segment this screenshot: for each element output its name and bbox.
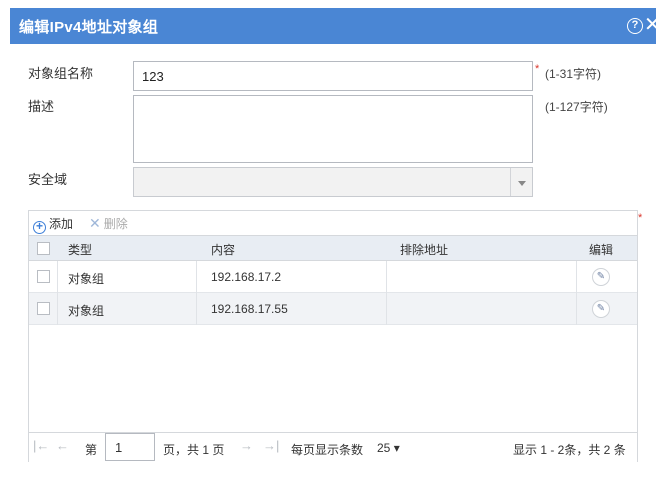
column-header-content[interactable]: 内容 [211,241,235,258]
next-page-icon[interactable]: → [240,438,253,453]
select-all-checkbox[interactable] [37,242,50,255]
chevron-down-icon[interactable] [510,168,532,196]
add-button-label: 添加 [49,217,74,231]
per-page-value: 25 [377,441,391,455]
table-row[interactable]: 对象组 192.168.17.55 ✎ [29,293,637,325]
name-input-value: 123 [142,69,164,84]
row-type: 对象组 [68,272,105,286]
description-label: 描述 [28,99,55,114]
pagination-summary: 显示 1 - 2条，共 2 条 [513,443,626,457]
column-divider [386,261,387,293]
edit-pencil-icon[interactable]: ✎ [592,268,610,286]
help-icon[interactable]: ? [627,18,643,34]
column-divider [57,293,58,325]
column-divider [196,293,197,325]
per-page-label: 每页显示条数 [291,443,364,457]
close-icon[interactable]: ✕ [644,13,656,37]
name-hint: (1-31字符) [545,67,602,81]
name-required-mark: * [535,63,540,75]
column-divider [576,261,577,293]
table-toolbar: + 添加 ✕ 删除 [29,211,637,235]
last-page-icon[interactable]: →| [263,438,279,453]
delete-button-label: 删除 [103,217,128,231]
column-divider [57,261,58,293]
column-header-type[interactable]: 类型 [68,241,92,258]
plus-circle-icon: + [33,220,46,234]
table-header: 类型 内容 排除地址 编辑 [29,235,637,261]
column-divider [196,261,197,293]
column-divider [576,293,577,325]
add-button[interactable]: + 添加 [33,215,73,234]
column-header-exclude[interactable]: 排除地址 [400,241,448,258]
page-prefix: 第 [85,443,98,457]
dialog-title: 编辑IPv4地址对象组 [19,19,159,36]
column-header-edit: 编辑 [589,243,614,257]
pagination-bar: |← ← 第 1 页，共 1 页 → →| 每页显示条数 25 ▾ 显示 1 -… [29,432,637,462]
table-row[interactable]: 对象组 192.168.17.2 ✎ [29,261,637,293]
chevron-down-icon: ▾ [393,441,400,455]
row-checkbox[interactable] [37,302,50,315]
row-content: 192.168.17.2 [211,270,282,284]
edit-address-group-dialog: 编辑IPv4地址对象组 ? ✕ 对象组名称 123 * (1-31字符) 描述 … [0,0,656,479]
address-table: + 添加 ✕ 删除 类型 内容 排除地址 编辑 对象组 192.168.17.2 ✎… [28,210,638,462]
row-content: 192.168.17.55 [211,302,288,316]
page-suffix: 页，共 1 页 [163,443,225,457]
delete-button[interactable]: ✕ 删除 [89,215,128,232]
edit-pencil-icon[interactable]: ✎ [592,300,610,318]
description-hint: (1-127字符) [545,100,608,114]
name-label: 对象组名称 [28,66,94,81]
per-page-select[interactable]: 25 ▾ [377,441,400,455]
name-input[interactable]: 123 [133,61,533,91]
dialog-titlebar: 编辑IPv4地址对象组 ? ✕ [10,8,656,44]
grid-required-mark: * [638,212,643,224]
description-textarea[interactable] [133,95,533,163]
first-page-icon[interactable]: |← [33,438,49,453]
page-number-value: 1 [115,440,123,455]
row-type: 对象组 [68,304,105,318]
prev-page-icon[interactable]: ← [56,438,69,453]
column-divider [386,293,387,325]
security-zone-select[interactable] [133,167,533,197]
cross-icon: ✕ [89,215,101,231]
page-number-input[interactable]: 1 [105,433,155,461]
security-zone-label: 安全域 [28,172,68,187]
row-checkbox[interactable] [37,270,50,283]
